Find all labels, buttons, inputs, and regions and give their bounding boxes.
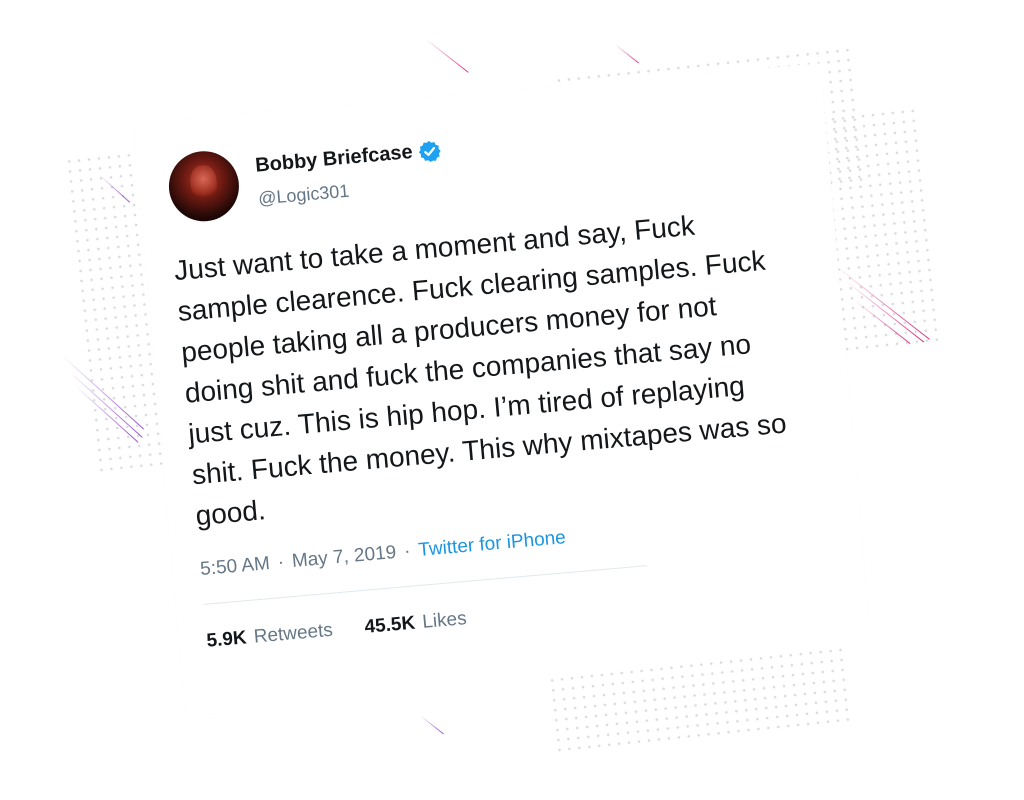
- user-handle[interactable]: @Logic301: [257, 172, 445, 209]
- likes-stat[interactable]: 45.5K Likes: [364, 608, 468, 639]
- tweet-card: Bobby Briefcase @Logic301 Just want to t…: [133, 63, 873, 721]
- tweet-time: 5:50 AM: [199, 553, 271, 581]
- likes-count: 45.5K: [363, 612, 417, 638]
- tweet-stats: 5.9K Retweets 45.5K Likes: [206, 608, 468, 653]
- retweets-label: Retweets: [252, 619, 334, 648]
- meta-separator: ·: [403, 540, 412, 563]
- display-name[interactable]: Bobby Briefcase: [254, 141, 413, 178]
- tweet-date: May 7, 2019: [291, 541, 398, 572]
- tweet-meta: 5:50 AM · May 7, 2019 · Twitter for iPho…: [199, 527, 566, 581]
- tweet-source-link[interactable]: Twitter for iPhone: [418, 527, 567, 562]
- meta-separator: ·: [276, 551, 285, 574]
- tweet-screenshot-stage: Bobby Briefcase @Logic301 Just want to t…: [0, 0, 1024, 800]
- name-row: Bobby Briefcase: [254, 138, 442, 178]
- tweet-header: Bobby Briefcase @Logic301: [166, 131, 446, 225]
- streak-decoration: [614, 44, 639, 64]
- profile-avatar[interactable]: [166, 148, 242, 224]
- retweets-stat[interactable]: 5.9K Retweets: [206, 620, 334, 653]
- streak-decoration: [419, 715, 444, 735]
- streak-decoration: [424, 38, 469, 73]
- retweets-count: 5.9K: [205, 627, 248, 652]
- author-info: Bobby Briefcase @Logic301: [254, 138, 445, 209]
- verified-badge-icon: [417, 138, 443, 164]
- tweet-text: Just want to take a moment and say, Fuck…: [172, 209, 788, 532]
- likes-label: Likes: [421, 608, 468, 633]
